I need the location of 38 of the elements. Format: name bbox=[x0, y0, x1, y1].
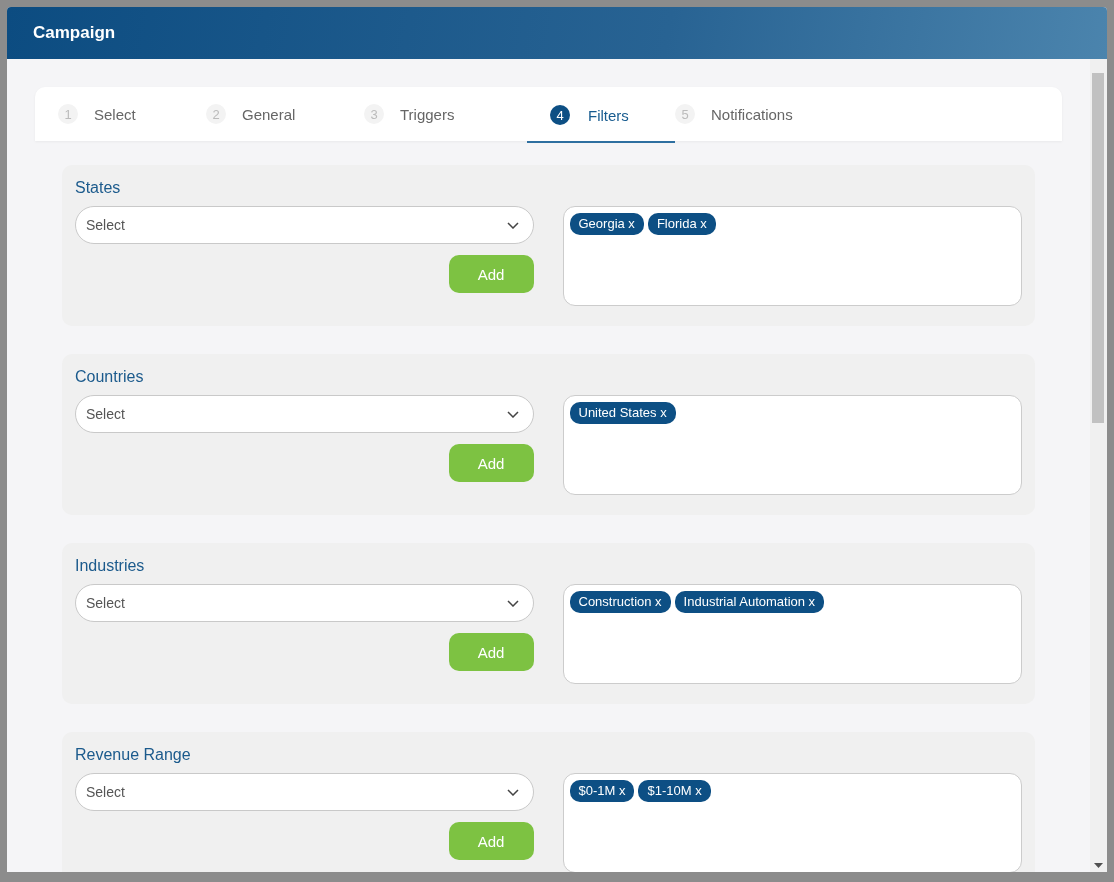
scrollbar[interactable] bbox=[1090, 59, 1107, 872]
step-tab[interactable]: 3 Triggers bbox=[364, 87, 527, 141]
tag-chip[interactable]: Construction x bbox=[569, 591, 671, 613]
select-dropdown[interactable]: Select bbox=[75, 206, 534, 244]
step-number: 2 bbox=[206, 104, 226, 124]
tag-chip[interactable]: United States x bbox=[569, 402, 676, 424]
step-number: 1 bbox=[58, 104, 78, 124]
filter-title: Revenue Range bbox=[75, 746, 192, 764]
step-number: 3 bbox=[364, 104, 384, 124]
tag-chip[interactable]: $0-1M x bbox=[569, 780, 635, 802]
step-label: Triggers bbox=[400, 105, 455, 123]
step-tab[interactable]: 5 Notifications bbox=[675, 87, 817, 141]
scroll-down-icon[interactable] bbox=[1094, 863, 1103, 868]
dialog-title: Campaign bbox=[33, 23, 116, 43]
step-number: 4 bbox=[550, 105, 570, 125]
filter-title: Industries bbox=[75, 557, 146, 575]
chevron-down-icon bbox=[506, 410, 519, 418]
step-tab[interactable]: 1 Select bbox=[58, 87, 206, 141]
step-number: 5 bbox=[675, 104, 695, 124]
filter-title: States bbox=[75, 179, 122, 197]
tag-chip[interactable]: Industrial Automation x bbox=[674, 591, 825, 613]
tag-chip[interactable]: Florida x bbox=[647, 213, 716, 235]
tag-chip[interactable]: Georgia x bbox=[569, 213, 644, 235]
chevron-down-icon bbox=[506, 788, 519, 796]
step-label: Notifications bbox=[711, 105, 793, 123]
tag-chip[interactable]: $1-10M x bbox=[638, 780, 711, 802]
step-tab[interactable]: 4 Filters bbox=[527, 87, 675, 143]
chevron-down-icon bbox=[506, 599, 519, 607]
scrollbar-thumb[interactable] bbox=[1092, 73, 1104, 423]
step-tab[interactable]: 2 General bbox=[206, 87, 364, 141]
select-dropdown[interactable]: Select bbox=[75, 395, 534, 433]
step-label: Filters bbox=[588, 106, 629, 124]
step-label: Select bbox=[94, 105, 136, 123]
filter-title: Countries bbox=[75, 368, 145, 386]
chevron-down-icon bbox=[506, 221, 519, 229]
step-label: General bbox=[242, 105, 296, 123]
select-dropdown[interactable]: Select bbox=[75, 773, 534, 811]
select-dropdown[interactable]: Select bbox=[75, 584, 534, 622]
